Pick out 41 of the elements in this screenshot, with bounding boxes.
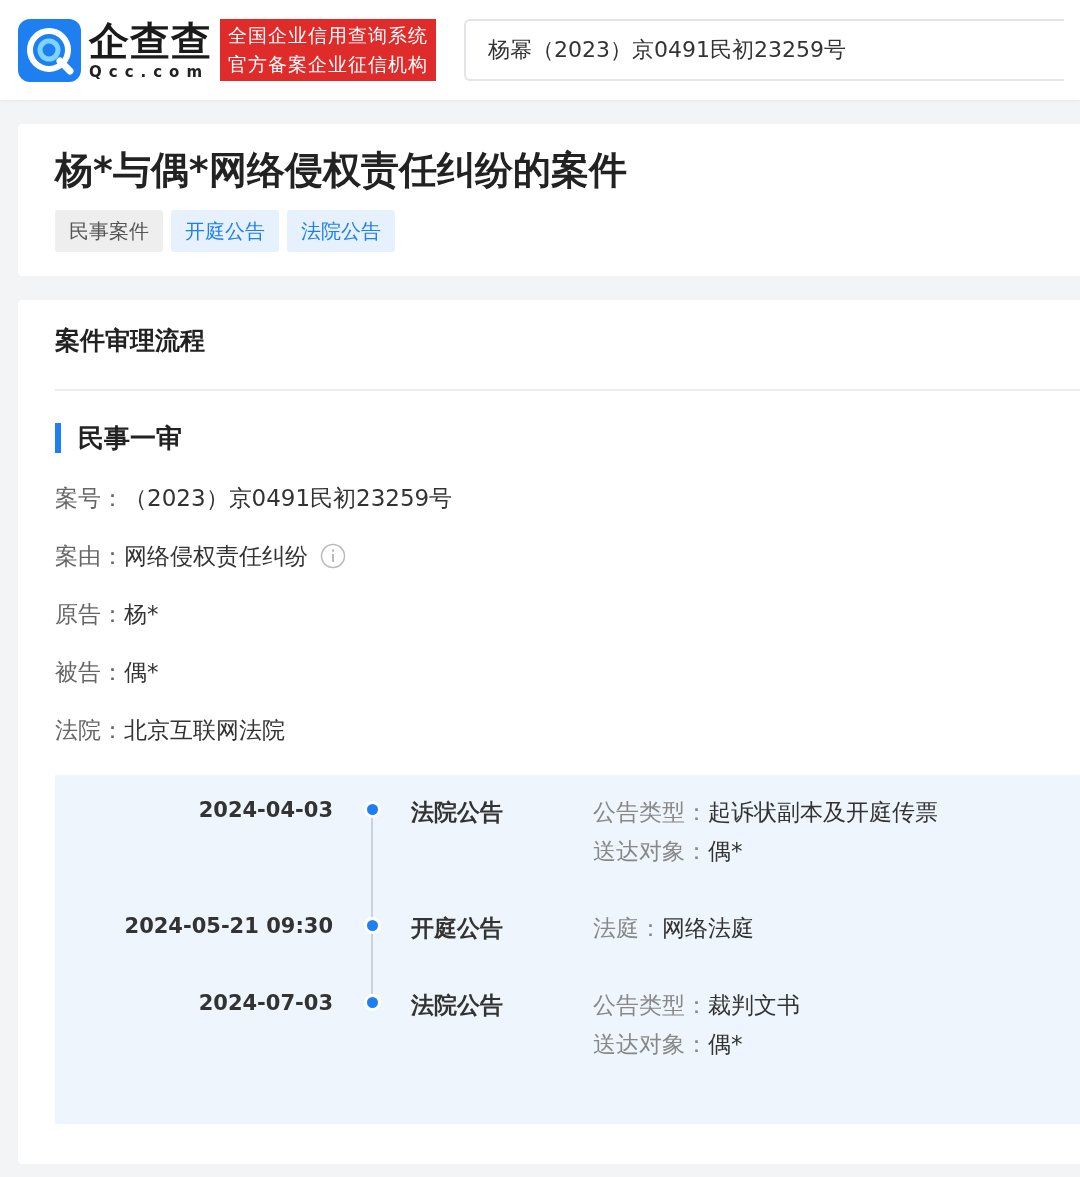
field-label: 原告：	[55, 599, 124, 629]
field-label: 法院：	[55, 715, 124, 745]
detail-value: 网络法庭	[662, 915, 754, 942]
field-value: （2023）京0491民初23259号	[124, 483, 453, 513]
tag[interactable]: 开庭公告	[171, 209, 279, 252]
timeline-dot	[363, 917, 381, 935]
field-label: 案由：	[55, 541, 124, 571]
field-value: 杨*	[124, 599, 159, 629]
field-value: 北京互联网法院	[124, 715, 285, 745]
detail-value: 偶*	[708, 837, 743, 864]
stage-heading: 民事一审	[55, 423, 1080, 454]
timeline-dot	[363, 994, 381, 1012]
detail-value: 裁判文书	[708, 992, 800, 1019]
detail-value: 偶*	[708, 1030, 743, 1057]
event-date: 2024-04-03	[197, 797, 333, 825]
detail-label: 送达对象：	[593, 837, 708, 864]
event-type: 法院公告	[411, 991, 504, 1021]
logo-icon	[18, 18, 81, 82]
info-icon[interactable]	[320, 543, 346, 570]
case-title: 杨*与偶*网络侵权责任纠纷的案件	[55, 148, 628, 194]
event-type: 开庭公告	[411, 914, 504, 944]
field-label: 被告：	[55, 657, 124, 687]
event-date: 2024-05-21 09:30	[123, 913, 333, 941]
search-field[interactable]: 杨幂（2023）京0491民初23259号	[464, 19, 1064, 81]
detail-value: 起诉状副本及开庭传票	[708, 799, 938, 826]
field-value: 网络侵权责任纠纷	[124, 541, 308, 571]
field-label: 案号：	[55, 483, 124, 513]
section-heading: 案件审理流程	[55, 324, 206, 357]
detail-label: 送达对象：	[593, 1030, 708, 1057]
brand-domain: Qcc.com	[89, 64, 211, 80]
event-date: 2024-07-03	[197, 990, 333, 1018]
tag[interactable]: 法院公告	[287, 209, 395, 252]
detail-label: 公告类型：	[593, 992, 708, 1019]
tag[interactable]: 民事案件	[55, 209, 163, 252]
detail-label: 法庭：	[593, 915, 662, 942]
event-type: 法院公告	[411, 798, 504, 828]
detail-label: 公告类型：	[593, 799, 708, 826]
certification-badge: 全国企业信用查询系统 官方备案企业征信机构	[220, 19, 436, 81]
field-value: 偶*	[124, 657, 159, 687]
brand-name: 企查查	[89, 20, 212, 61]
timeline-dot	[363, 801, 381, 819]
